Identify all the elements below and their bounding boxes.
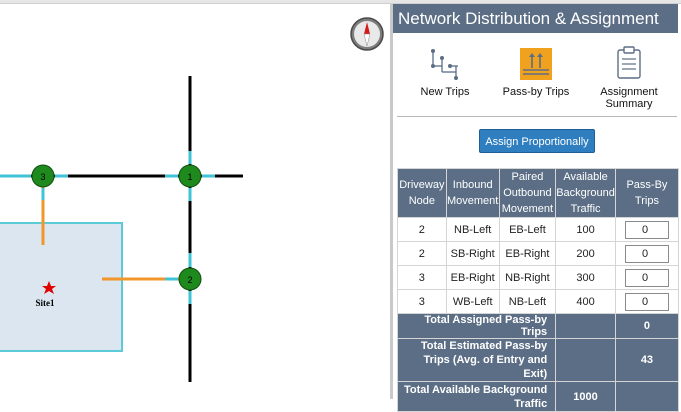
cell-outbound: EB-Left xyxy=(498,217,557,242)
cell-node: 3 xyxy=(397,265,447,290)
table-row: 2 SB-Right EB-Right 200 0 xyxy=(397,241,680,266)
pass-by-input[interactable]: 0 xyxy=(624,292,669,311)
cell-inbound: EB-Right xyxy=(445,265,500,290)
pass-by-trips-icon xyxy=(520,48,552,80)
separator xyxy=(397,116,677,117)
table-row: 3 EB-Right NB-Right 300 0 xyxy=(397,265,680,290)
table-row: 3 WB-Left NB-Left 400 0 xyxy=(397,289,680,314)
new-trips-label: New Trips xyxy=(420,86,470,98)
pass-by-input[interactable]: 0 xyxy=(624,268,669,287)
cell-passby: 0 xyxy=(614,241,680,266)
total-assigned-value: 0 xyxy=(614,313,680,339)
total-estimated-label: Total Estimated Pass-by Trips (Avg. of E… xyxy=(396,338,557,382)
pass-by-input[interactable]: 0 xyxy=(624,244,669,263)
assignment-summary-tool[interactable]: Assignment Summary xyxy=(589,40,669,110)
map-node-label: 2 xyxy=(187,275,192,285)
cell-node: 2 xyxy=(397,241,447,266)
panel-title: Network Distribution & Assignment xyxy=(393,4,678,33)
total-available-row: Total Available Background Traffic 1000 xyxy=(396,381,680,412)
map-node-3[interactable]: 3 xyxy=(31,164,55,188)
total-available-value: 1000 xyxy=(555,381,616,412)
cell-passby: 0 xyxy=(614,265,680,290)
total-available-empty xyxy=(614,381,680,412)
cell-traffic: 200 xyxy=(555,241,616,266)
assignment-summary-label: Assignment Summary xyxy=(600,86,658,110)
total-assigned-empty xyxy=(555,313,616,339)
total-estimated-row: Total Estimated Pass-by Trips (Avg. of E… xyxy=(396,338,680,382)
header-pass-by-trips: Pass-By Trips xyxy=(614,168,680,218)
total-estimated-empty xyxy=(555,338,616,382)
map-canvas[interactable]: 3 1 2 Site1 xyxy=(0,4,390,399)
cell-traffic: 100 xyxy=(555,217,616,242)
table-row: 2 NB-Left EB-Left 100 0 xyxy=(397,217,680,242)
cell-inbound: NB-Left xyxy=(445,217,500,242)
cell-outbound: EB-Right xyxy=(498,241,557,266)
network-trips-icon xyxy=(431,49,458,80)
assign-proportionally-button[interactable]: Assign Proportionally xyxy=(479,129,595,153)
site-area[interactable] xyxy=(0,222,123,352)
total-available-label: Total Available Background Traffic xyxy=(396,381,557,412)
clipboard-icon xyxy=(617,46,641,79)
map-node-1[interactable]: 1 xyxy=(178,164,202,188)
compass-icon[interactable] xyxy=(349,16,385,52)
cell-passby: 0 xyxy=(614,289,680,314)
map-svg[interactable]: 3 1 2 Site1 xyxy=(0,4,390,399)
side-panel: Network Distribution & Assignment New Tr… xyxy=(393,4,681,412)
pass-by-trips-tool[interactable]: Pass-by Trips xyxy=(496,40,576,98)
cell-node: 3 xyxy=(397,289,447,314)
cell-outbound: NB-Left xyxy=(498,289,557,314)
cell-traffic: 400 xyxy=(555,289,616,314)
header-paired-outbound-movement: Paired Outbound Movement xyxy=(498,168,557,218)
header-inbound-movement: Inbound Movement xyxy=(445,168,500,218)
total-assigned-label: Total Assigned Pass-by Trips xyxy=(396,313,557,339)
cell-traffic: 300 xyxy=(555,265,616,290)
header-driveway-node: Driveway Node xyxy=(397,168,447,218)
cell-inbound: SB-Right xyxy=(445,241,500,266)
site-label: Site1 xyxy=(36,298,55,308)
map-node-label: 1 xyxy=(187,172,192,182)
cell-node: 2 xyxy=(397,217,447,242)
cell-inbound: WB-Left xyxy=(445,289,500,314)
pass-by-input[interactable]: 0 xyxy=(624,220,669,239)
cell-outbound: NB-Right xyxy=(498,265,557,290)
pass-by-table: Driveway Node Inbound Movement Paired Ou… xyxy=(396,168,680,412)
cell-passby: 0 xyxy=(614,217,680,242)
new-trips-tool[interactable]: New Trips xyxy=(405,40,485,98)
map-node-2[interactable]: 2 xyxy=(178,267,202,291)
header-available-background-traffic: Available Background Traffic xyxy=(555,168,616,218)
pass-by-trips-label: Pass-by Trips xyxy=(502,86,570,98)
total-assigned-row: Total Assigned Pass-by Trips 0 xyxy=(396,313,680,339)
total-estimated-value: 43 xyxy=(614,338,680,382)
map-node-label: 3 xyxy=(40,172,45,182)
